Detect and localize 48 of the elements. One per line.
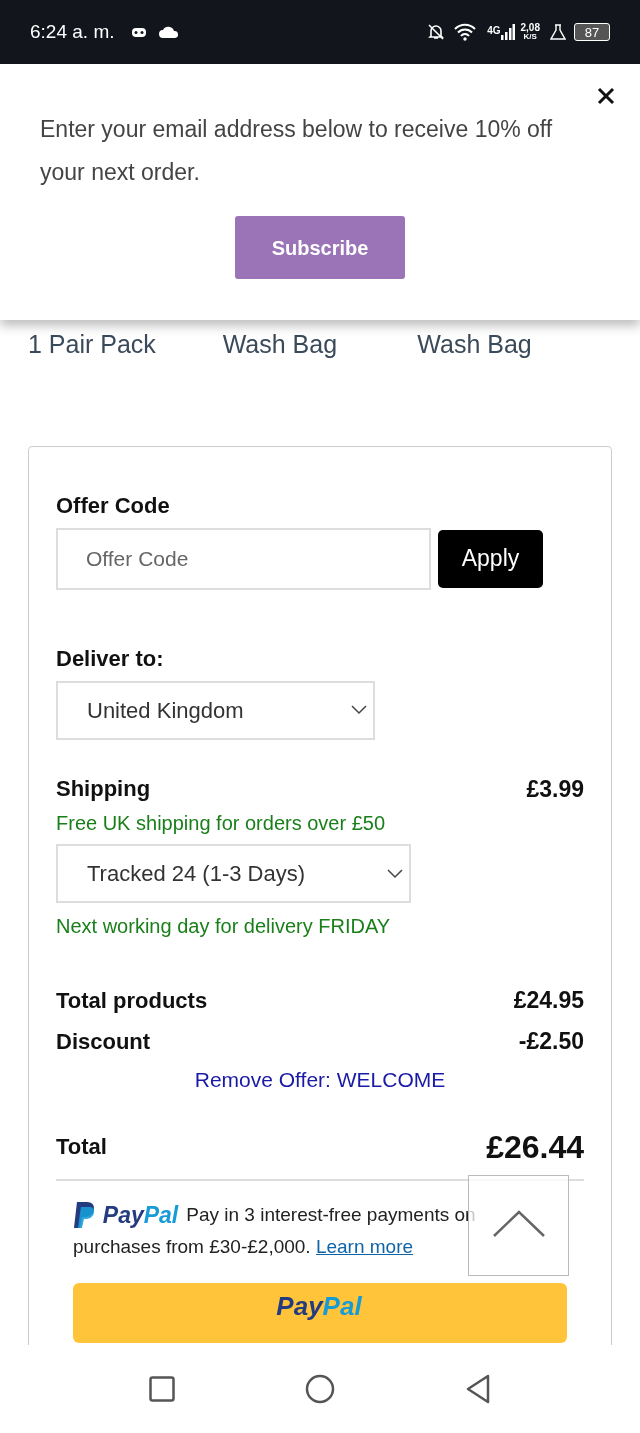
shipping-label: Shipping bbox=[56, 774, 151, 803]
total-value: £26.44 bbox=[486, 1130, 584, 1163]
delivery-day-note: Next working day for delivery FRIDAY bbox=[56, 914, 392, 939]
learn-more-link[interactable]: Learn more bbox=[315, 1236, 414, 1258]
bell-off-icon bbox=[427, 23, 446, 41]
recent-apps-button[interactable] bbox=[149, 1376, 175, 1402]
product-name: 1 Pair Pack bbox=[28, 329, 157, 360]
product-name: Wash Bag bbox=[417, 329, 533, 360]
free-shipping-note: Free UK shipping for orders over £50 bbox=[56, 811, 387, 836]
subscribe-button[interactable]: Subscribe bbox=[235, 216, 405, 279]
shipping-price: £3.99 bbox=[526, 774, 584, 804]
triangle-icon bbox=[465, 1374, 491, 1404]
home-button[interactable] bbox=[305, 1374, 335, 1404]
circle-icon bbox=[305, 1374, 335, 1404]
summary-label: Discount bbox=[56, 1027, 151, 1056]
apply-button[interactable]: Apply bbox=[438, 529, 543, 588]
chevron-down-icon bbox=[387, 868, 403, 879]
battery-indicator: 87 bbox=[574, 23, 610, 41]
gamepad-icon bbox=[130, 26, 147, 38]
close-icon bbox=[596, 86, 616, 106]
signal-icon bbox=[500, 24, 515, 40]
summary-label: Total products bbox=[56, 987, 208, 1015]
wifi-icon bbox=[453, 23, 478, 41]
offer-code-label: Offer Code bbox=[56, 491, 171, 520]
flask-icon bbox=[550, 24, 566, 40]
square-icon bbox=[149, 1376, 175, 1402]
paypal-logo: PayPal bbox=[102, 1201, 179, 1231]
summary-value: -£2.50 bbox=[518, 1026, 584, 1056]
cloud-icon bbox=[158, 26, 179, 38]
remove-offer-link[interactable]: Remove Offer: WELCOME bbox=[194, 1064, 446, 1096]
country-select[interactable]: United Kingdom bbox=[56, 680, 375, 740]
data-speed: 2,08 bbox=[520, 23, 540, 33]
network-type: 4G bbox=[487, 24, 501, 38]
paypal-button[interactable]: PayPal bbox=[73, 1283, 567, 1344]
chevron-up-icon bbox=[491, 1210, 546, 1238]
summary-value: £24.95 bbox=[513, 986, 584, 1015]
popup-message: Enter your email address below to receive 10% off your next order. bbox=[40, 115, 554, 187]
chevron-down-icon bbox=[351, 705, 367, 715]
offer-code-input[interactable]: Offer Code bbox=[56, 527, 431, 590]
paypal-p-icon bbox=[73, 1201, 97, 1230]
total-label: Total bbox=[56, 1132, 107, 1161]
product-name: Wash Bag bbox=[222, 329, 339, 360]
back-button[interactable] bbox=[465, 1374, 491, 1404]
speed-unit: K/S bbox=[523, 33, 537, 41]
close-button[interactable] bbox=[596, 86, 616, 106]
deliver-to-label: Deliver to: bbox=[56, 644, 165, 673]
shipping-method-select[interactable]: Tracked 24 (1-3 Days) bbox=[56, 844, 411, 903]
clock-time: 6:24 a. m. bbox=[30, 19, 115, 44]
